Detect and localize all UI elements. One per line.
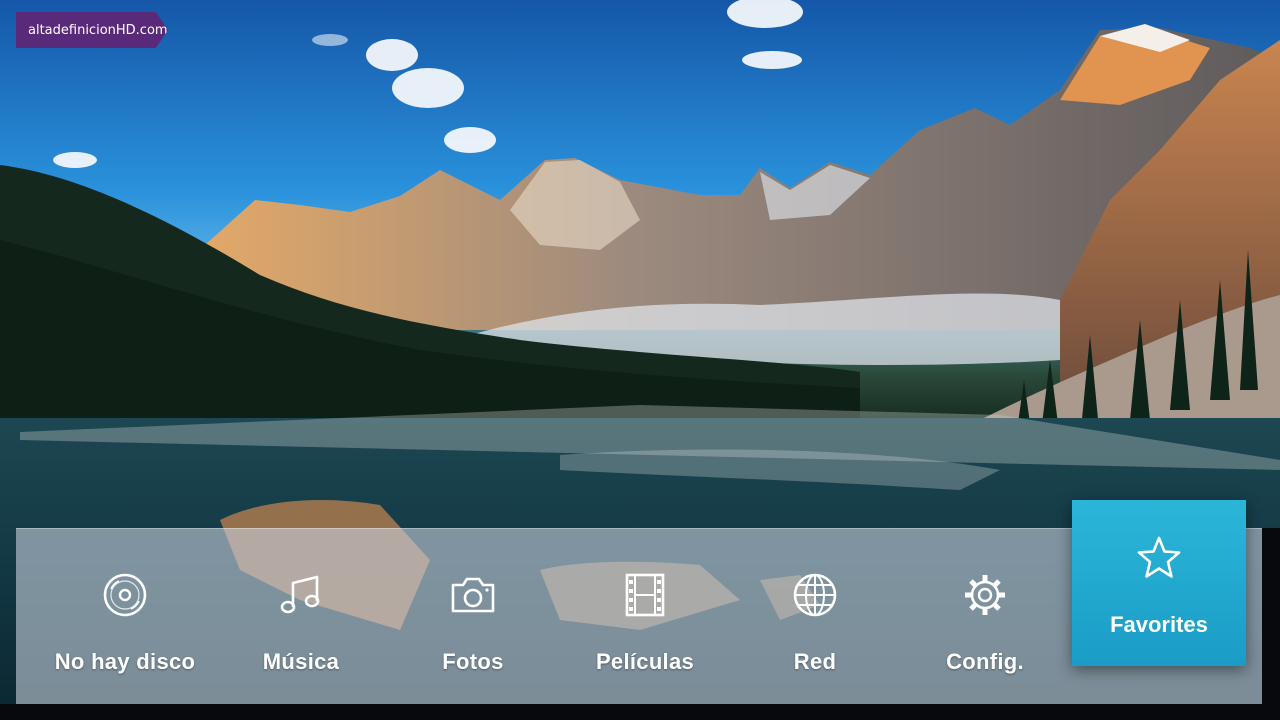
film-strip-icon [625, 573, 665, 617]
menu-item-movies[interactable]: Películas [560, 529, 730, 705]
menu-item-label: No hay disco [54, 649, 196, 674]
menu-item-label: Config. [946, 649, 1024, 674]
camera-icon [451, 577, 495, 613]
menu-item-network[interactable]: Red [730, 529, 900, 705]
menu-item-label: Fotos [442, 649, 504, 674]
tv-bezel-bottom [0, 704, 1280, 720]
watermark-text: altadefinicionHD.com [28, 22, 168, 38]
disc-icon [103, 573, 147, 617]
music-note-icon [280, 575, 320, 614]
star-icon [1137, 536, 1181, 578]
menu-item-music[interactable]: Música [216, 529, 386, 705]
menu-item-label: Películas [595, 649, 695, 674]
favorites-label: Favorites [1110, 612, 1208, 637]
watermark-badge: altadefinicionHD.com [16, 12, 168, 48]
menu-item-no-disc[interactable]: No hay disco [40, 529, 210, 705]
menu-item-label: Red [793, 649, 837, 674]
menu-item-settings[interactable]: Config. [900, 529, 1070, 705]
tv-bezel-right [1262, 528, 1280, 704]
menu-item-favorites-selected[interactable]: Favorites [1072, 500, 1246, 666]
gear-icon [965, 575, 1005, 615]
menu-item-label: Música [262, 649, 340, 674]
menu-item-photos[interactable]: Fotos [388, 529, 558, 705]
globe-icon [793, 573, 837, 617]
tv-screen: altadefinicionHD.com No hay disco Música [0, 0, 1280, 720]
